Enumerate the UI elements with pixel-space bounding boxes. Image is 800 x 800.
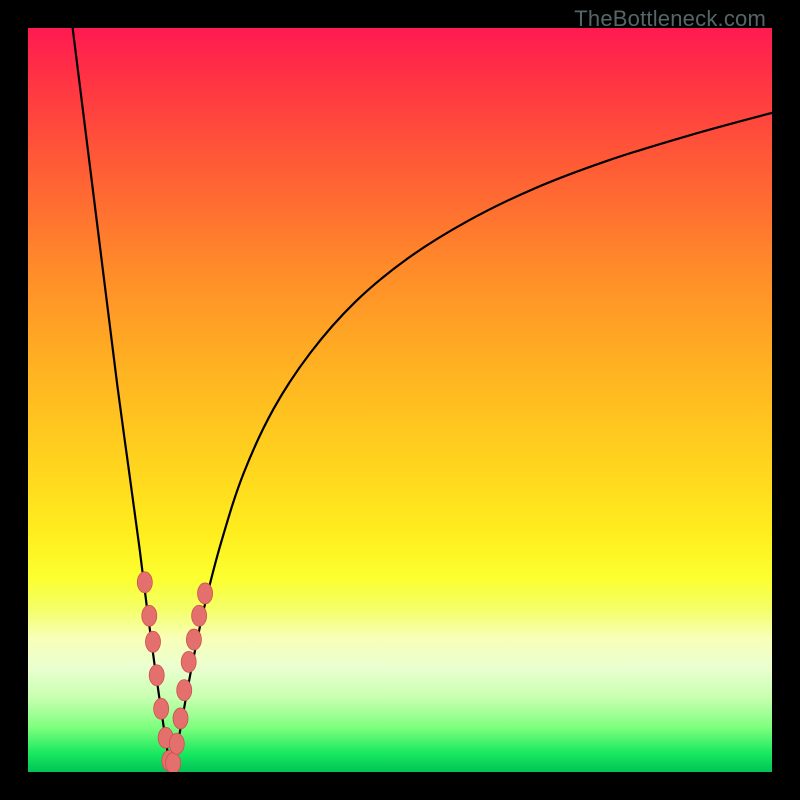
data-marker bbox=[145, 631, 160, 652]
data-marker bbox=[177, 680, 192, 701]
curve-layer bbox=[28, 28, 772, 772]
watermark-text: TheBottleneck.com bbox=[574, 6, 766, 32]
data-marker bbox=[186, 629, 201, 650]
data-marker bbox=[181, 651, 196, 672]
data-marker bbox=[173, 708, 188, 729]
data-marker bbox=[142, 605, 157, 626]
chart-frame: TheBottleneck.com bbox=[0, 0, 800, 800]
marker-group bbox=[137, 572, 212, 772]
curve-left-branch bbox=[73, 28, 171, 766]
data-marker bbox=[166, 753, 181, 772]
data-marker bbox=[198, 583, 213, 604]
data-marker bbox=[169, 733, 184, 754]
plot-area bbox=[28, 28, 772, 772]
data-marker bbox=[137, 572, 152, 593]
curve-right-branch bbox=[171, 113, 772, 766]
data-marker bbox=[149, 665, 164, 686]
data-marker bbox=[192, 605, 207, 626]
data-marker bbox=[154, 698, 169, 719]
